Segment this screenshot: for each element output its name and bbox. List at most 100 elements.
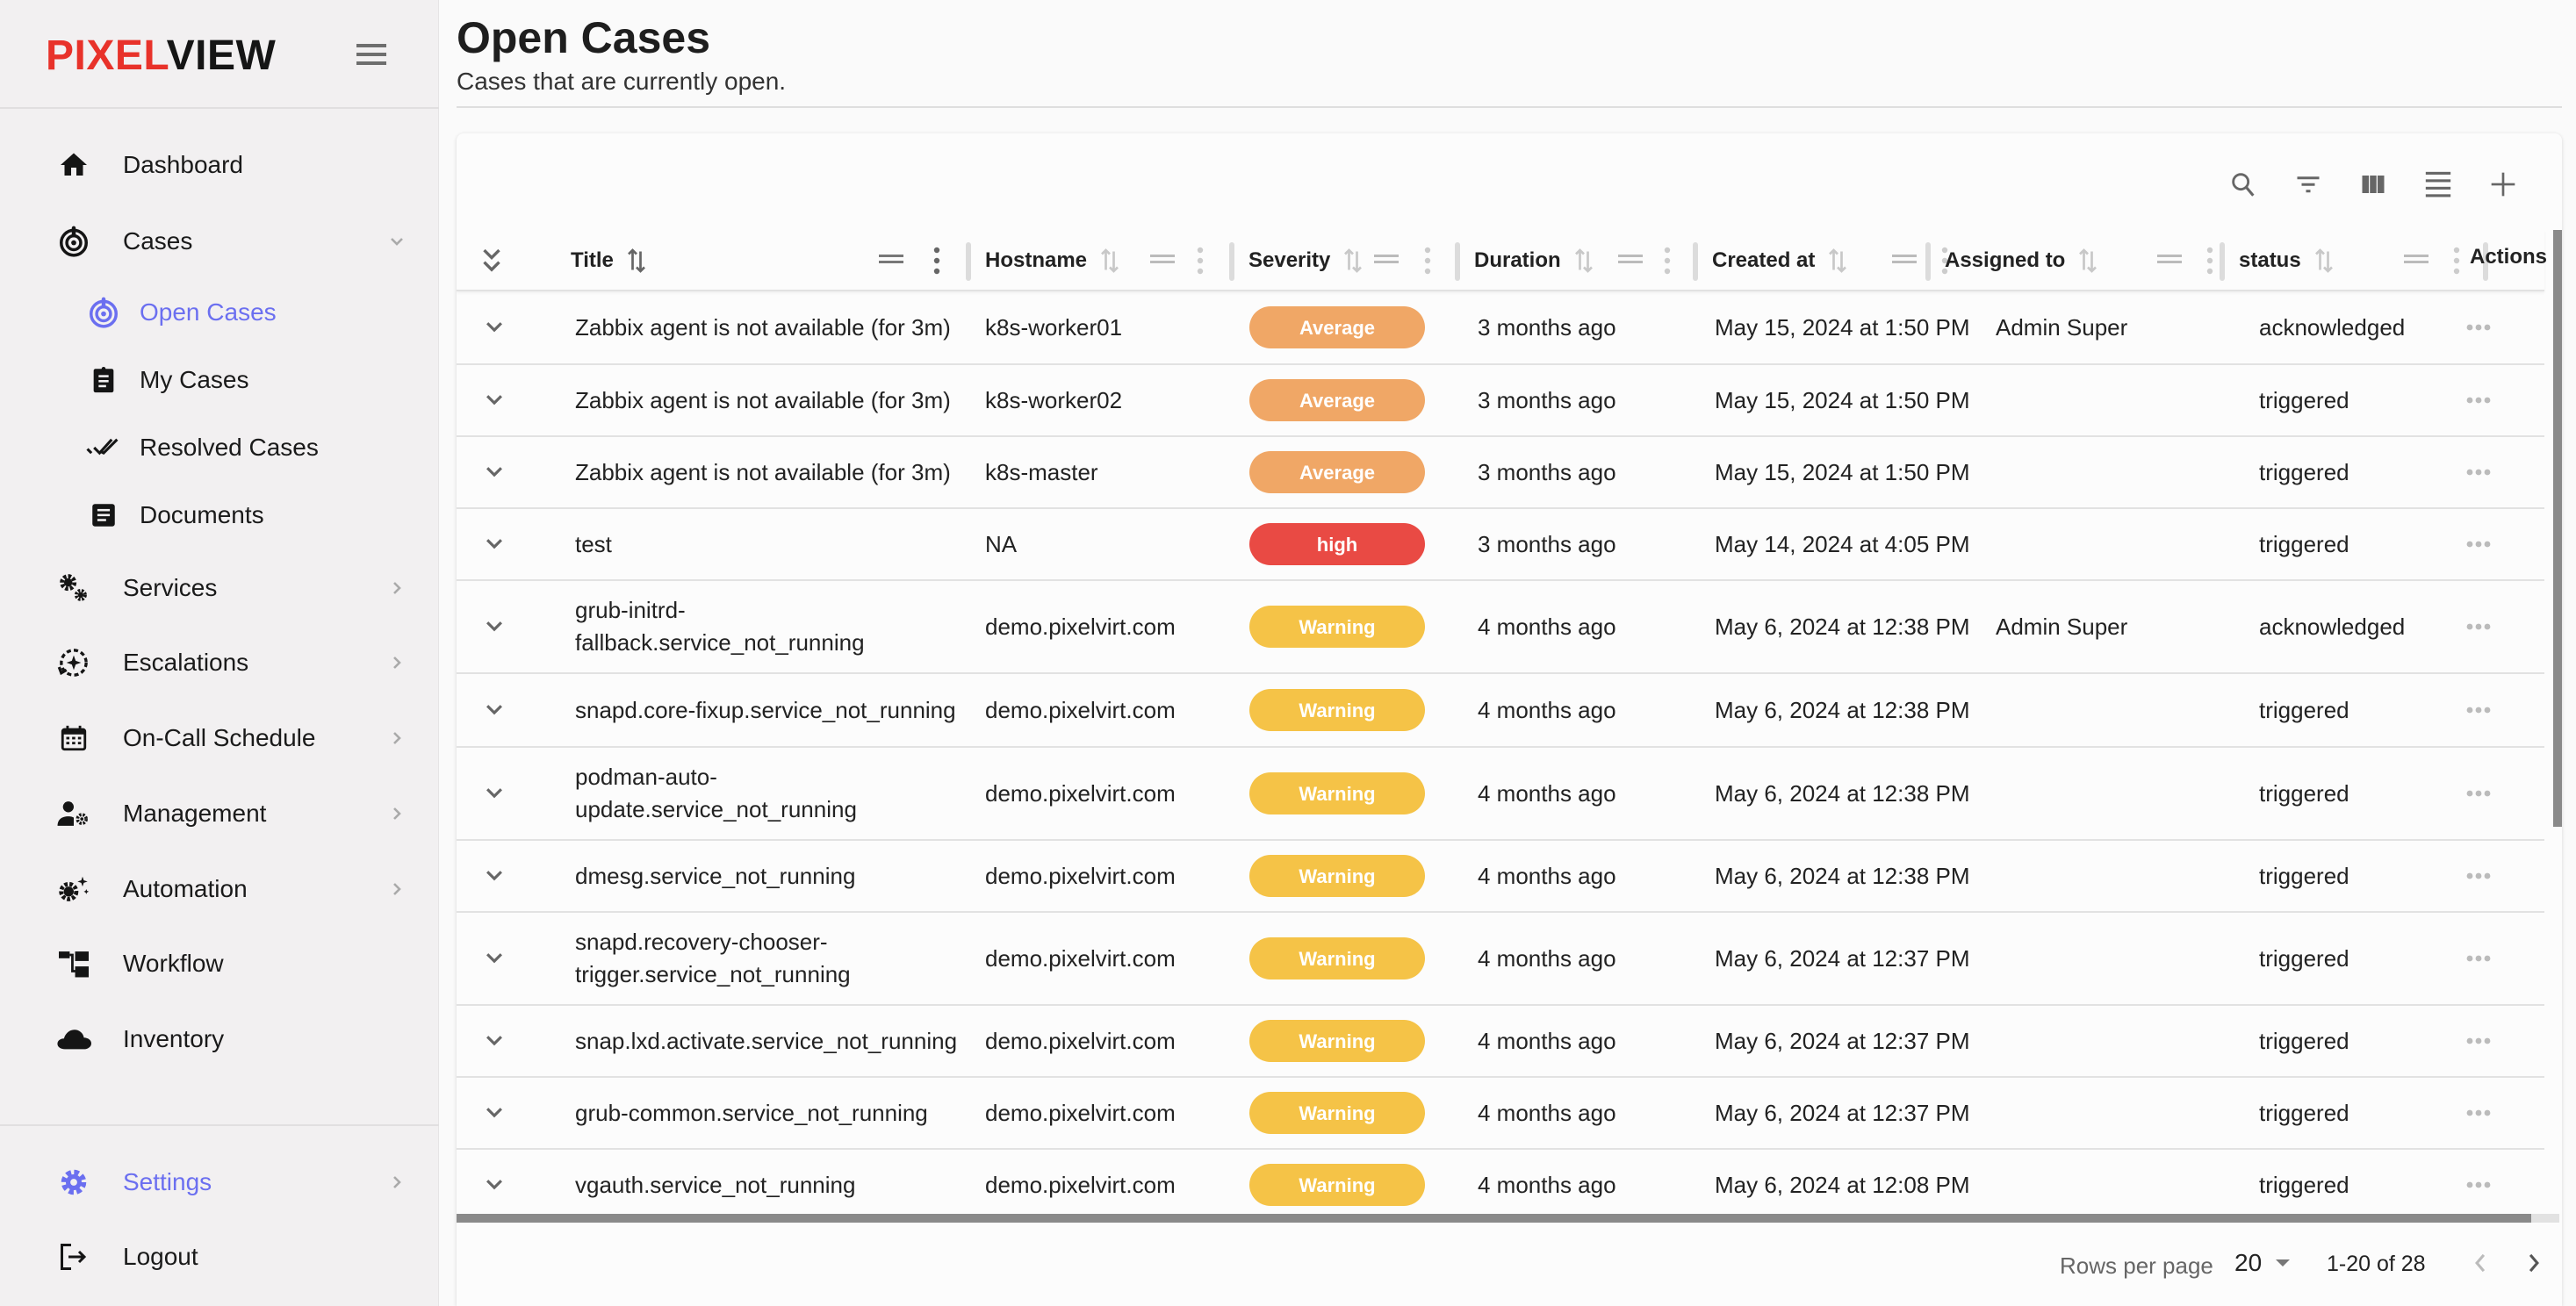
row-actions-button[interactable] <box>2465 913 2492 1004</box>
row-actions-button[interactable] <box>2465 841 2492 911</box>
rows-per-page-caret-icon[interactable] <box>2276 1259 2290 1267</box>
table-row[interactable]: snap.lxd.activate.service_not_running de… <box>457 1006 2544 1078</box>
expand-row-button[interactable] <box>485 913 504 1004</box>
search-button[interactable] <box>2211 163 2276 205</box>
menu-toggle-icon[interactable] <box>356 44 386 65</box>
expand-row-button[interactable] <box>485 1078 504 1148</box>
sort-icon[interactable] <box>1342 248 1364 274</box>
case-title[interactable]: grub-initrd-fallback.service_not_running <box>575 594 865 659</box>
expand-row-button[interactable] <box>485 748 504 839</box>
case-title[interactable]: snapd.recovery-chooser-trigger.service_n… <box>575 926 851 991</box>
case-title[interactable]: vgauth.service_not_running <box>575 1169 855 1202</box>
expand-row-button[interactable] <box>485 365 504 435</box>
sidebar-item-documents[interactable]: Documents <box>0 484 439 546</box>
sort-icon[interactable] <box>1099 248 1120 274</box>
column-drag-handle-icon[interactable] <box>1374 253 1399 265</box>
column-menu-icon[interactable] <box>2205 246 2214 276</box>
add-button[interactable] <box>2471 163 2536 205</box>
column-menu-icon[interactable] <box>1196 246 1205 276</box>
column-menu-icon[interactable] <box>932 246 941 276</box>
expand-row-button[interactable] <box>485 437 504 507</box>
case-title[interactable]: podman-auto-update.service_not_running <box>575 761 857 826</box>
case-title[interactable]: dmesg.service_not_running <box>575 860 855 893</box>
table-row[interactable]: Zabbix agent is not available (for 3m) k… <box>457 365 2544 437</box>
sidebar-item-settings[interactable]: Settings <box>0 1152 439 1213</box>
sidebar-item-resolved-cases[interactable]: Resolved Cases <box>0 417 439 478</box>
sidebar-item-management[interactable]: Management <box>0 783 439 844</box>
density-button[interactable] <box>2406 163 2471 205</box>
sidebar-item-on-call-schedule[interactable]: On-Call Schedule <box>0 707 439 769</box>
table-row[interactable]: snapd.core-fixup.service_not_running dem… <box>457 674 2544 748</box>
vertical-scrollbar[interactable] <box>2553 230 2562 827</box>
table-row[interactable]: Zabbix agent is not available (for 3m) k… <box>457 437 2544 509</box>
rows-per-page-select[interactable]: 20 <box>2234 1249 2262 1277</box>
table-row[interactable]: dmesg.service_not_running demo.pixelvirt… <box>457 841 2544 913</box>
table-row[interactable]: vgauth.service_not_running demo.pixelvir… <box>457 1150 2544 1222</box>
column-menu-icon[interactable] <box>2452 246 2461 276</box>
table-row[interactable]: test NA high 3 months ago May 14, 2024 a… <box>457 509 2544 581</box>
logo[interactable]: PIXELVIEW <box>46 32 276 80</box>
expand-row-button[interactable] <box>485 841 504 911</box>
sort-icon[interactable] <box>626 248 647 274</box>
filter-button[interactable] <box>2276 163 2341 205</box>
sort-icon[interactable] <box>1573 248 1594 274</box>
sort-icon[interactable] <box>2313 248 2335 274</box>
row-actions-button[interactable] <box>2465 1006 2492 1076</box>
column-header-hostname[interactable]: Hostname <box>985 230 1120 291</box>
column-resize-handle[interactable] <box>1925 242 1931 281</box>
column-header-severity[interactable]: Severity <box>1248 230 1364 291</box>
column-resize-handle[interactable] <box>2220 242 2225 281</box>
table-row[interactable]: Zabbix agent is not available (for 3m) k… <box>457 291 2544 365</box>
sidebar-item-logout[interactable]: Logout <box>0 1226 439 1288</box>
expand-row-button[interactable] <box>485 509 504 579</box>
case-title[interactable]: snapd.core-fixup.service_not_running <box>575 694 956 727</box>
sort-icon[interactable] <box>2077 248 2098 274</box>
row-actions-button[interactable] <box>2465 509 2492 579</box>
column-header-assigned-to[interactable]: Assigned to <box>1945 230 2098 291</box>
column-header-title[interactable]: Title <box>571 230 647 291</box>
row-actions-button[interactable] <box>2465 581 2492 672</box>
case-title[interactable]: test <box>575 528 612 561</box>
sidebar-item-escalations[interactable]: Escalations <box>0 632 439 693</box>
sidebar-item-workflow[interactable]: Workflow <box>0 933 439 994</box>
column-drag-handle-icon[interactable] <box>1618 253 1643 265</box>
row-actions-button[interactable] <box>2465 365 2492 435</box>
case-title[interactable]: Zabbix agent is not available (for 3m) <box>575 384 951 417</box>
expand-row-button[interactable] <box>485 291 504 363</box>
column-resize-handle[interactable] <box>1455 242 1460 281</box>
expand-row-button[interactable] <box>485 581 504 672</box>
column-resize-handle[interactable] <box>1229 242 1234 281</box>
row-actions-button[interactable] <box>2465 1150 2492 1220</box>
case-title[interactable]: snap.lxd.activate.service_not_running <box>575 1025 957 1058</box>
row-actions-button[interactable] <box>2465 291 2492 363</box>
case-title[interactable]: Zabbix agent is not available (for 3m) <box>575 456 951 489</box>
row-actions-button[interactable] <box>2465 1078 2492 1148</box>
next-page-button[interactable] <box>2521 1247 2547 1279</box>
column-drag-handle-icon[interactable] <box>2157 253 2182 265</box>
sidebar-item-automation[interactable]: Automation <box>0 858 439 920</box>
column-drag-handle-icon[interactable] <box>1892 253 1917 265</box>
horizontal-scrollbar[interactable] <box>457 1214 2531 1223</box>
column-drag-handle-icon[interactable] <box>1150 253 1175 265</box>
row-actions-button[interactable] <box>2465 748 2492 839</box>
table-row[interactable]: grub-initrd-fallback.service_not_running… <box>457 581 2544 674</box>
sidebar-item-inventory[interactable]: Inventory <box>0 1008 439 1070</box>
expand-row-button[interactable] <box>485 1150 504 1220</box>
sidebar-item-open-cases[interactable]: Open Cases <box>0 282 439 343</box>
columns-button[interactable] <box>2341 163 2406 205</box>
table-row[interactable]: podman-auto-update.service_not_running d… <box>457 748 2544 841</box>
column-menu-icon[interactable] <box>1663 246 1672 276</box>
expand-all-button[interactable] <box>481 246 502 280</box>
sort-icon[interactable] <box>1827 248 1848 274</box>
column-drag-handle-icon[interactable] <box>879 253 903 265</box>
expand-row-button[interactable] <box>485 1006 504 1076</box>
column-resize-handle[interactable] <box>966 242 971 281</box>
sidebar-item-dashboard[interactable]: Dashboard <box>0 134 439 196</box>
case-title[interactable]: Zabbix agent is not available (for 3m) <box>575 312 951 344</box>
column-header-status[interactable]: status <box>2239 230 2335 291</box>
case-title[interactable]: grub-common.service_not_running <box>575 1097 928 1130</box>
row-actions-button[interactable] <box>2465 437 2492 507</box>
expand-row-button[interactable] <box>485 674 504 746</box>
column-drag-handle-icon[interactable] <box>2404 253 2428 265</box>
column-header-created-at[interactable]: Created at <box>1712 230 1848 291</box>
